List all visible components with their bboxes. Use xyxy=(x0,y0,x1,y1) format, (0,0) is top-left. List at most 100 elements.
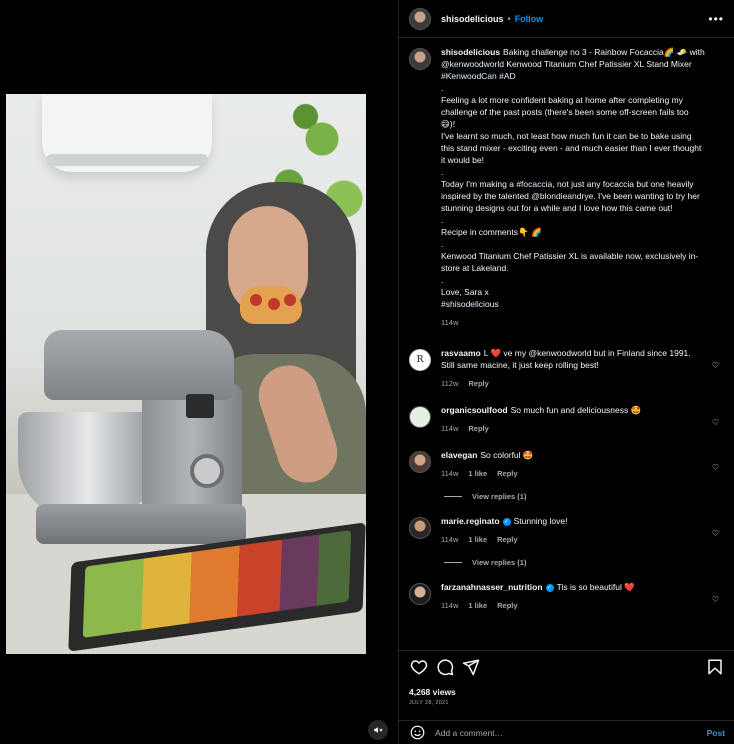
likes-count[interactable]: 1 like xyxy=(468,601,487,610)
avatar[interactable] xyxy=(409,451,431,473)
reply-button[interactable]: Reply xyxy=(497,469,517,478)
comment: rasvaamoL ❤️ ve my @kenwoodworld but in … xyxy=(409,347,725,390)
caption: shisodelicious Baking challenge no 3 - Ra… xyxy=(409,46,725,329)
hashtag-link[interactable]: #focaccia xyxy=(516,179,552,189)
mixer-screen xyxy=(186,394,214,418)
likes-count[interactable]: 1 like xyxy=(468,535,487,544)
avatar[interactable] xyxy=(409,406,431,428)
comment-text: Tis is so beautiful ❤️ xyxy=(556,582,635,592)
view-replies-label[interactable]: View replies (1) xyxy=(472,492,526,501)
action-icons xyxy=(409,657,725,677)
comments-section: shisodelicious Baking challenge no 3 - Ra… xyxy=(399,38,734,650)
post-username[interactable]: shisodelicious xyxy=(441,14,504,24)
verified-badge-icon: ✓ xyxy=(502,517,511,526)
like-heart-icon[interactable]: ♡ xyxy=(712,463,719,472)
caption-paragraph: Love, Sara x xyxy=(441,287,489,297)
avatar[interactable] xyxy=(409,7,431,30)
caption-dot: . xyxy=(441,275,444,285)
more-options-icon[interactable]: ••• xyxy=(708,12,724,26)
add-comment-input[interactable] xyxy=(435,727,707,738)
reply-button[interactable]: Reply xyxy=(497,535,517,544)
post-media xyxy=(0,0,398,744)
caption-dot: . xyxy=(441,215,444,225)
avatar[interactable] xyxy=(409,349,431,371)
post-comment-button[interactable]: Post xyxy=(707,728,725,738)
caption-paragraph: Kenwood Titanium Chef Patissier XL is av… xyxy=(441,251,699,273)
view-replies-button[interactable]: View replies (1) xyxy=(444,492,725,501)
caption-dot: . xyxy=(441,239,444,249)
comment-body: marie.reginato ✓ Stunning love! 114w 1 like… xyxy=(441,515,725,546)
comment: farzanahnasser_nutrition ✓ Tis is so beaut… xyxy=(409,581,725,612)
like-heart-icon[interactable] xyxy=(409,657,429,677)
comment-body: farzanahnasser_nutrition ✓ Tis is so beaut… xyxy=(441,581,725,612)
view-replies-button[interactable]: View replies (1) xyxy=(444,558,725,567)
like-heart-icon[interactable]: ♡ xyxy=(712,361,719,370)
comment-username[interactable]: elavegan xyxy=(441,450,477,460)
post-date[interactable]: JULY 28, 2021 xyxy=(409,700,725,706)
timestamp[interactable]: 114w xyxy=(441,535,458,544)
comment: elavegan So colorful 🤩 114w 1 like Reply ♡ xyxy=(409,449,725,480)
caption-dot: . xyxy=(441,167,444,177)
view-replies-label[interactable]: View replies (1) xyxy=(472,558,526,567)
reply-button[interactable]: Reply xyxy=(497,601,517,610)
caption-text: Today I'm making a xyxy=(441,179,517,189)
like-heart-icon[interactable]: ♡ xyxy=(712,595,719,604)
add-comment-bar: Post xyxy=(399,720,734,744)
verified-badge-icon: ✓ xyxy=(545,583,554,592)
timestamp[interactable]: 112w xyxy=(441,379,458,388)
caption-paragraph: I've learnt so much, not least how much … xyxy=(441,131,702,165)
hashtag-link[interactable]: #KenwoodCan xyxy=(441,71,497,81)
post-photo[interactable] xyxy=(6,94,366,654)
comment: marie.reginato ✓ Stunning love! 114w 1 like… xyxy=(409,515,725,546)
caption-paragraph: Feeling a lot more confident baking at h… xyxy=(441,95,689,129)
comment-username[interactable]: organicsoulfood xyxy=(441,405,508,415)
comment-username[interactable]: marie.reginato xyxy=(441,516,500,526)
mention-link[interactable]: @blondieandrye xyxy=(531,191,593,201)
mention-link[interactable]: @kenwoodworld xyxy=(441,59,504,69)
focaccia-slice xyxy=(240,286,302,324)
hashtag-link[interactable]: #AD xyxy=(499,71,516,81)
caption-dot: . xyxy=(441,83,444,93)
timestamp[interactable]: 114w xyxy=(441,318,458,327)
replies-line xyxy=(444,562,462,563)
comment: organicsoulfood So much fun and delicious… xyxy=(409,404,725,435)
hashtag-link[interactable]: #shisodelicious xyxy=(441,298,705,310)
actions-bar: 4,268 views JULY 28, 2021 xyxy=(399,650,734,712)
avatar[interactable] xyxy=(409,517,431,539)
speaker-muted-icon[interactable] xyxy=(368,720,388,740)
comment-text: Stunning love! xyxy=(513,516,568,526)
mixer-knob xyxy=(190,454,224,488)
avatar[interactable] xyxy=(409,48,431,70)
bookmark-icon[interactable] xyxy=(705,657,725,677)
avatar[interactable] xyxy=(409,583,431,605)
likes-count[interactable]: 1 like xyxy=(468,469,487,478)
mixer-head xyxy=(44,330,234,400)
comment-body: elavegan So colorful 🤩 114w 1 like Reply xyxy=(441,449,725,480)
reply-button[interactable]: Reply xyxy=(468,424,488,433)
comment-text: So colorful 🤩 xyxy=(480,450,534,460)
timestamp[interactable]: 114w xyxy=(441,601,458,610)
caption-paragraph: Today I'm making a #focaccia, not just a… xyxy=(441,178,705,214)
caption-text: Baking challenge no 3 - Rainbow Focaccia… xyxy=(503,47,705,57)
emoji-icon[interactable] xyxy=(409,725,425,741)
comment-username[interactable]: farzanahnasser_nutrition xyxy=(441,582,543,592)
timestamp[interactable]: 114w xyxy=(441,424,458,433)
separator-dot: • xyxy=(507,13,511,24)
comment-text: So much fun and deliciousness 🤩 xyxy=(510,405,642,415)
caption-text: Kenwood Titanium Chef Patissier XL Stand… xyxy=(503,59,692,69)
post-header: shisodelicious • Follow ••• xyxy=(399,0,734,38)
timestamp[interactable]: 114w xyxy=(441,469,458,478)
reply-button[interactable]: Reply xyxy=(468,379,488,388)
comment-username[interactable]: rasvaamo xyxy=(441,348,481,358)
share-send-icon[interactable] xyxy=(461,657,481,677)
like-heart-icon[interactable]: ♡ xyxy=(712,529,719,538)
caption-paragraph: Recipe in comments👇 🌈 xyxy=(441,227,542,237)
comment-body: organicsoulfood So much fun and delicious… xyxy=(441,404,725,435)
range-hood-band xyxy=(46,154,208,166)
comment-body: rasvaamo L ❤️ ve my @kenwoodworld but in … xyxy=(441,347,725,390)
views-count[interactable]: 4,268 views xyxy=(409,687,725,697)
comment-bubble-icon[interactable] xyxy=(435,657,455,677)
like-heart-icon[interactable]: ♡ xyxy=(712,418,719,427)
caption-username[interactable]: shisodelicious xyxy=(441,47,500,57)
follow-button[interactable]: Follow xyxy=(515,14,544,24)
